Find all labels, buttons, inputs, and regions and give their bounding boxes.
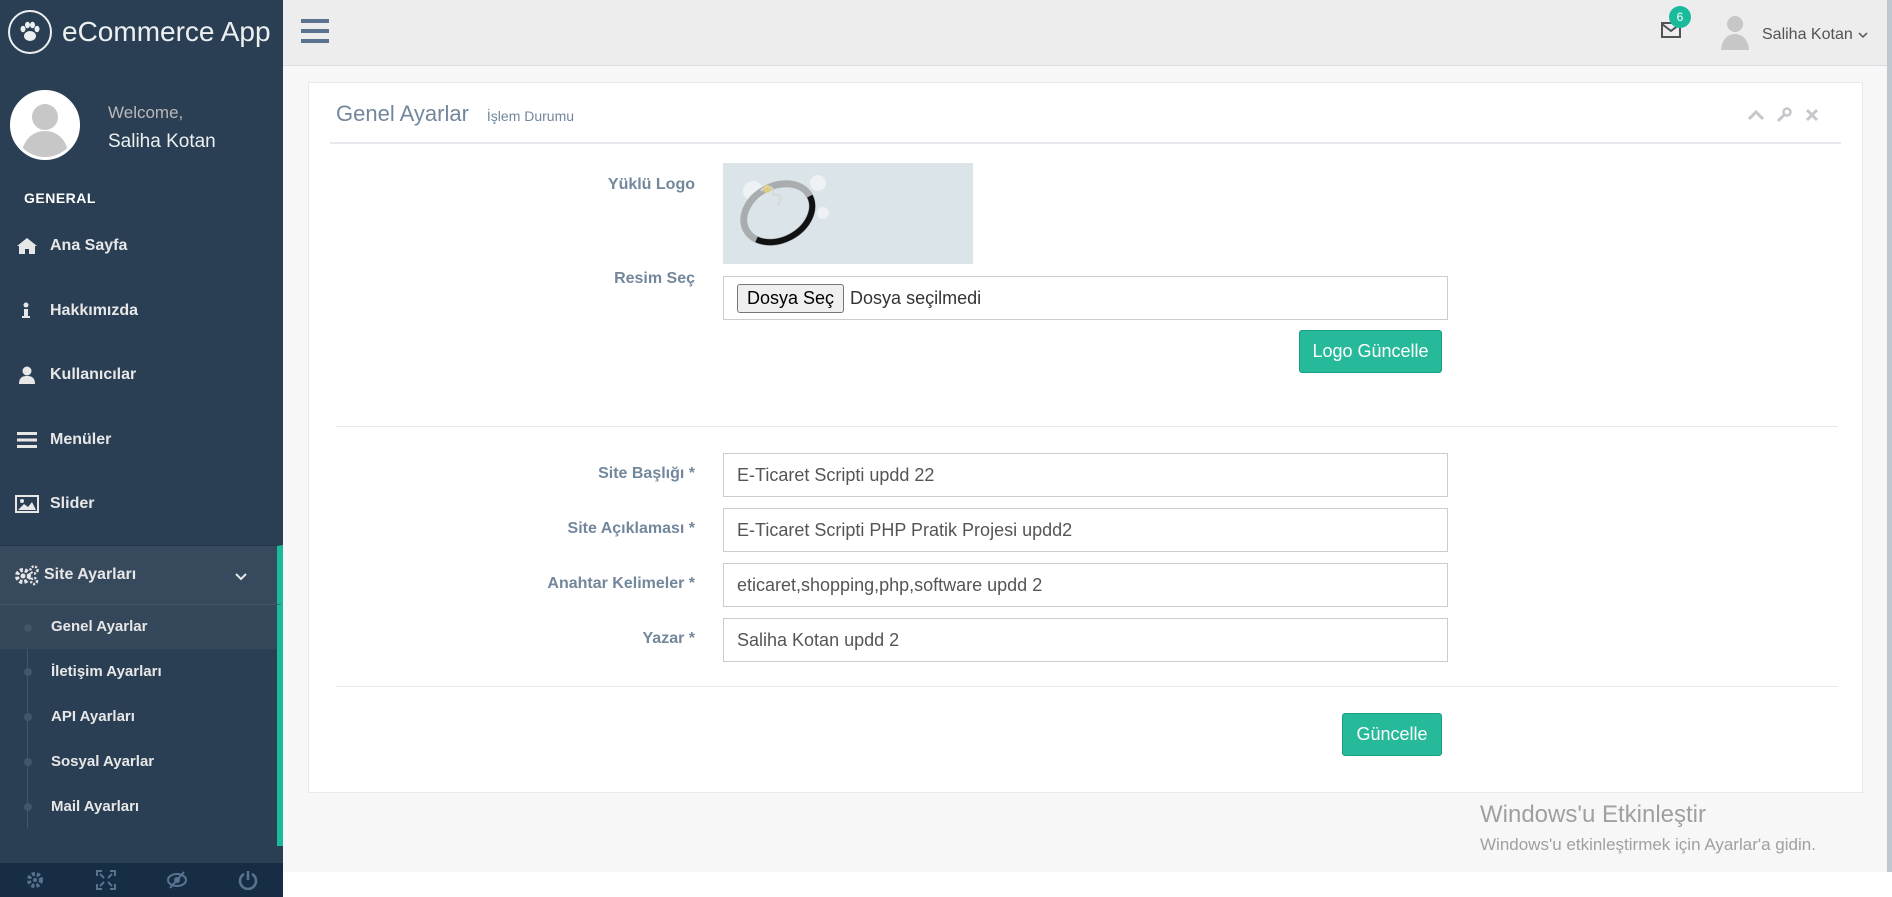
wrench-icon[interactable] xyxy=(1776,107,1792,123)
top-nav: 6 Saliha Kotan xyxy=(283,0,1892,66)
profile-name: Saliha Kotan xyxy=(108,131,216,152)
page-title: Genel Ayarlar xyxy=(336,101,469,126)
chevron-down-icon xyxy=(1858,26,1868,44)
sidebar-item-ana-sayfa[interactable]: Ana Sayfa xyxy=(0,214,283,279)
sidebar-item-kullanicilar[interactable]: Kullanıcılar xyxy=(0,343,283,408)
sidebar-item-label: Slider xyxy=(50,495,95,513)
sidebar-item-slider[interactable]: Slider xyxy=(0,472,283,537)
update-button[interactable]: Güncelle xyxy=(1342,713,1442,756)
logout-icon[interactable] xyxy=(213,870,283,890)
user-menu[interactable]: Saliha Kotan xyxy=(1720,14,1868,55)
user-icon xyxy=(14,364,40,386)
keywords-label: Anahtar Kelimeler * xyxy=(547,575,695,592)
logo-file-input[interactable]: Dosya Seç Dosya seçilmedi xyxy=(723,276,1448,320)
info-icon xyxy=(14,300,40,322)
site-title-label: Site Başlığı * xyxy=(598,465,695,482)
file-status-text: Dosya seçilmedi xyxy=(850,287,982,308)
sidebar-item-hakkimizda[interactable]: Hakkımızda xyxy=(0,279,283,344)
watermark-title: Windows'u Etkinleştir xyxy=(1480,801,1706,828)
close-icon[interactable] xyxy=(1804,107,1820,123)
site-title-input[interactable]: E-Ticaret Scripti updd 22 xyxy=(723,453,1448,497)
settings-panel: Genel Ayarlar İşlem Durumu Yüklü Logo Re… xyxy=(308,82,1863,793)
menu-section-title: GENERAL xyxy=(24,190,96,206)
watermark-subtitle: Windows'u etkinleştirmek için Ayarlar'a … xyxy=(1480,835,1816,854)
sidebar-item-label: Site Ayarları xyxy=(44,565,137,583)
panel-title: Genel Ayarlar İşlem Durumu xyxy=(336,101,574,127)
panel-toolbox xyxy=(1748,107,1820,123)
submenu-item-sosyal-ayarlar[interactable]: Sosyal Ayarlar xyxy=(0,739,277,784)
keywords-input[interactable]: eticaret,shopping,php,software updd 2 xyxy=(723,563,1448,607)
page-footer xyxy=(283,872,1892,897)
section-divider xyxy=(336,686,1838,687)
site-description-label: Site Açıklaması * xyxy=(567,520,695,537)
welcome-text: Welcome, xyxy=(108,103,184,122)
scrollbar[interactable] xyxy=(1887,0,1892,872)
panel-subtitle: İşlem Durumu xyxy=(486,108,575,124)
panel-divider xyxy=(330,142,1841,144)
menu-toggle-icon[interactable] xyxy=(301,18,329,49)
logo-label: Yüklü Logo xyxy=(607,176,695,193)
bars-icon xyxy=(14,429,40,451)
chevron-up-icon[interactable] xyxy=(1748,107,1764,123)
windows-activation-watermark: Windows'u Etkinleştir Windows'u etkinleş… xyxy=(1480,801,1816,855)
image-icon xyxy=(14,493,40,515)
update-logo-button[interactable]: Logo Güncelle xyxy=(1299,330,1442,373)
sidebar-item-site-ayarlari[interactable]: Site Ayarları xyxy=(0,544,283,605)
section-divider xyxy=(336,426,1838,427)
sidebar: eCommerce App Welcome, Saliha Kotan GENE… xyxy=(0,0,283,897)
site-description-input[interactable]: E-Ticaret Scripti PHP Pratik Projesi upd… xyxy=(723,508,1448,552)
sidebar-item-label: Kullanıcılar xyxy=(50,366,137,384)
sidebar-item-menuler[interactable]: Menüler xyxy=(0,408,283,473)
submenu-item-api-ayarlari[interactable]: API Ayarları xyxy=(0,694,277,739)
brand[interactable]: eCommerce App xyxy=(0,0,283,64)
notification-badge: 6 xyxy=(1669,6,1691,28)
profile: Welcome, Saliha Kotan xyxy=(0,64,283,186)
sidebar-footer xyxy=(0,863,283,897)
fullscreen-icon[interactable] xyxy=(71,870,141,890)
chevron-down-icon xyxy=(235,568,247,586)
home-icon xyxy=(14,235,40,257)
submenu-item-mail-ayarlari[interactable]: Mail Ayarları xyxy=(0,784,277,829)
app-title: eCommerce App xyxy=(62,16,271,47)
sidebar-item-label: Menüler xyxy=(50,430,112,448)
sidebar-item-label: Ana Sayfa xyxy=(50,237,128,255)
paw-icon xyxy=(8,10,52,54)
sidebar-item-label: Hakkımızda xyxy=(50,301,139,319)
submenu-item-iletisim-ayarlari[interactable]: İletişim Ayarları xyxy=(0,649,277,694)
avatar xyxy=(1720,14,1750,55)
author-input[interactable]: Saliha Kotan updd 2 xyxy=(723,618,1448,662)
logo-preview-image xyxy=(723,163,973,264)
file-label: Resim Seç xyxy=(614,270,695,287)
choose-file-button[interactable]: Dosya Seç xyxy=(737,283,845,313)
user-name: Saliha Kotan xyxy=(1762,25,1853,43)
submenu-site-ayarlari: Genel Ayarlar İletişim Ayarları API Ayar… xyxy=(0,604,283,847)
gears-icon xyxy=(14,564,40,586)
author-label: Yazar * xyxy=(642,630,695,647)
submenu-item-genel-ayarlar[interactable]: Genel Ayarlar xyxy=(0,604,277,650)
settings-icon[interactable] xyxy=(0,870,70,890)
lock-icon[interactable] xyxy=(142,870,212,890)
avatar xyxy=(10,90,80,160)
